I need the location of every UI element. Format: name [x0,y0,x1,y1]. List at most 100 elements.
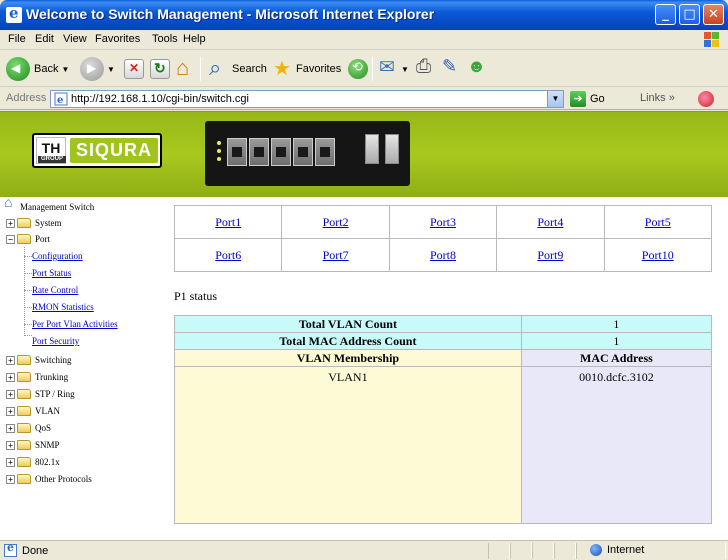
port-link[interactable]: Port5 [645,215,671,229]
links-button[interactable]: Links » [640,92,675,104]
port-link[interactable]: Port9 [537,248,563,262]
nav-link-port-status[interactable]: Port Status [32,265,71,281]
refresh-button[interactable] [150,56,170,82]
folder-icon [17,457,31,467]
mail-button[interactable]: ▼ [378,56,409,82]
address-dropdown-icon[interactable]: ▼ [547,91,563,107]
home-button[interactable] [175,55,195,82]
title-bar: Welcome to Switch Management - Microsoft… [0,0,728,30]
address-input[interactable]: e http://192.168.1.10/cgi-bin/switch.cgi… [50,90,564,108]
nav-link-rmon-statistics[interactable]: RMON Statistics [32,299,94,315]
forward-dropdown-icon[interactable]: ▼ [107,65,115,74]
total-mac-value: 1 [520,332,713,350]
windows-flag-icon [704,32,720,48]
nav-label: Other Protocols [35,474,92,484]
edit-button[interactable] [440,56,460,82]
menu-tools[interactable]: Tools [152,33,178,45]
nav-label: System [35,218,62,228]
maximize-button[interactable]: □ [679,4,700,25]
mac-address-header: MAC Address [520,349,713,367]
expand-icon[interactable]: + [6,423,15,433]
globe-icon [590,544,602,556]
print-button[interactable] [414,56,434,82]
expand-icon[interactable]: + [6,457,15,467]
status-cell [488,543,510,559]
port-status-table: Total VLAN Count 1 Total MAC Address Cou… [174,315,713,524]
folder-icon [17,440,31,450]
menu-help[interactable]: Help [183,33,206,45]
back-button[interactable]: Back ▼ [6,56,69,82]
port-link[interactable]: Port1 [215,215,241,229]
port-link[interactable]: Port8 [430,248,456,262]
stop-button[interactable] [124,56,144,82]
refresh-icon [150,59,170,79]
nav-tree: Management Switch + System − Port Config… [0,196,160,540]
group-logo-text: GROUP [38,156,66,163]
port-link[interactable]: Port10 [642,248,674,262]
tree-line [24,324,32,325]
toolbar-extension-icon[interactable] [698,91,714,107]
menu-bar: File Edit View Favorites Tools Help [0,30,728,50]
menu-edit[interactable]: Edit [35,33,54,45]
nav-link-label[interactable]: Configuration [32,251,83,261]
th-logo-text: TH [41,140,61,156]
nav-item-port[interactable]: − Port [6,231,50,247]
nav-link-configuration[interactable]: Configuration [32,248,83,264]
port-link[interactable]: Port7 [323,248,349,262]
tree-line [24,273,32,274]
port-link[interactable]: Port6 [215,248,241,262]
nav-item-8021x[interactable]: +802.1x [6,454,60,470]
port-cell: Port6 [173,238,283,272]
expand-icon[interactable]: + [6,355,15,365]
collapse-icon[interactable]: − [6,234,15,244]
nav-link-label[interactable]: Rate Control [32,285,78,295]
status-cell [510,543,532,559]
messenger-button[interactable] [465,56,486,82]
expand-icon[interactable]: + [6,389,15,399]
forward-button[interactable]: ▼ [80,56,115,82]
address-url: http://192.168.1.10/cgi-bin/switch.cgi [71,93,249,105]
expand-icon[interactable]: + [6,372,15,382]
go-button[interactable]: ➔ Go [570,91,605,107]
nav-link-label[interactable]: Port Security [32,336,79,346]
expand-icon[interactable]: + [6,406,15,416]
nav-item-other-protocols[interactable]: + Other Protocols [6,471,92,487]
history-button[interactable] [348,56,368,82]
zone-label: Internet [607,544,645,556]
menu-file[interactable]: File [8,33,26,45]
nav-link-label[interactable]: Port Status [32,268,71,278]
port-link[interactable]: Port3 [430,215,456,229]
nav-root[interactable]: Management Switch [4,196,95,215]
folder-icon [17,423,31,433]
nav-link-label[interactable]: Per Port Vlan Activities [32,319,118,329]
port-cell: Port7 [281,238,390,272]
menu-view[interactable]: View [63,33,87,45]
ethernet-port-icon [249,138,269,166]
nav-item-trunking[interactable]: + Trunking [6,369,68,385]
back-dropdown-icon[interactable]: ▼ [61,65,69,74]
expand-icon[interactable]: + [6,440,15,450]
minimize-button[interactable]: _ [655,4,676,25]
nav-link-label[interactable]: RMON Statistics [32,302,94,312]
expand-icon[interactable]: + [6,474,15,484]
nav-item-vlan[interactable]: + VLAN [6,403,60,419]
port-link[interactable]: Port2 [323,215,349,229]
favorites-button[interactable]: Favorites [272,56,341,82]
menu-favorites[interactable]: Favorites [95,33,140,45]
nav-item-system[interactable]: + System [6,215,62,231]
mail-dropdown-icon[interactable]: ▼ [401,65,409,74]
nav-item-snmp[interactable]: + SNMP [6,437,60,453]
toolbar-separator [200,57,201,81]
search-button[interactable]: Search [208,55,267,82]
nav-link-port-security[interactable]: Port Security [32,333,79,349]
nav-link-rate-control[interactable]: Rate Control [32,282,78,298]
nav-link-per-port-vlan[interactable]: Per Port Vlan Activities [32,316,118,332]
port-link[interactable]: Port4 [537,215,563,229]
nav-item-switching[interactable]: + Switching [6,352,72,368]
nav-item-stp-ring[interactable]: + STP / Ring [6,386,75,402]
toolbar-separator [372,57,373,81]
nav-root-label: Management Switch [20,202,95,212]
close-button[interactable]: ✕ [703,4,724,25]
nav-item-qos[interactable]: + QoS [6,420,51,436]
expand-icon[interactable]: + [6,218,15,228]
